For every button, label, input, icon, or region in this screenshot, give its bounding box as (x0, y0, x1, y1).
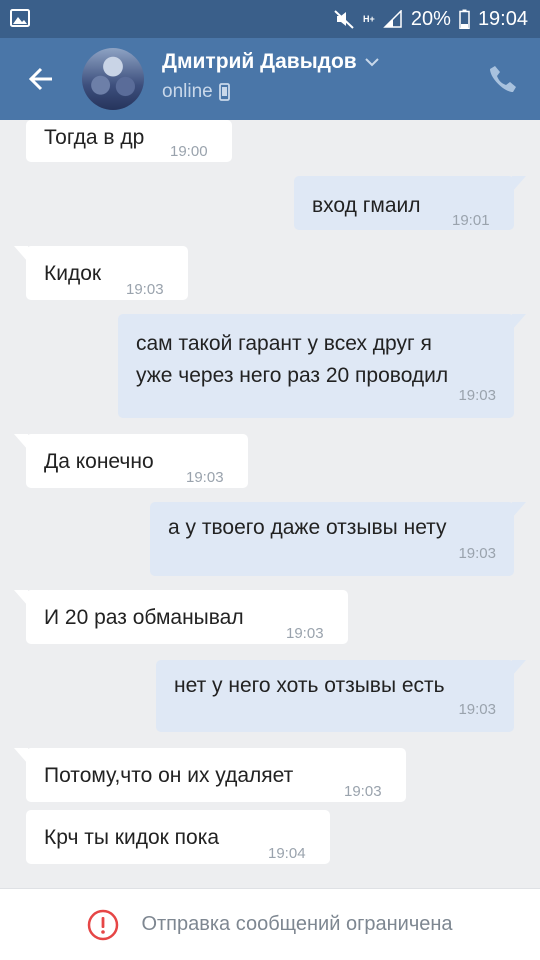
message-text: вход гмаил (312, 194, 421, 217)
message-text: Да конечно (44, 450, 154, 473)
message-incoming[interactable]: Кидок 19:03 (14, 246, 188, 300)
message-incoming[interactable]: Да конечно 19:03 (14, 434, 248, 488)
clock: 19:04 (477, 7, 528, 30)
chevron-down-icon (365, 58, 379, 67)
avatar[interactable] (82, 48, 144, 110)
message-text: Тогда в др (44, 126, 145, 149)
message-time: 19:03 (458, 701, 496, 718)
status-bar: H+ 20% 19:04 (0, 0, 540, 38)
message-outgoing[interactable]: а у твоего даже отзывы нету 19:03 (150, 502, 526, 576)
message-outgoing[interactable]: вход гмаил 19:01 (294, 176, 526, 230)
message-time: 19:03 (126, 281, 164, 298)
message-text: а у твоего даже отзывы нету (168, 516, 447, 539)
message-incoming[interactable]: Крч ты кидок пока 19:04 (26, 810, 330, 864)
bubble-tail (14, 434, 28, 450)
bubble-tail (512, 502, 526, 518)
message-time: 19:03 (344, 783, 382, 800)
contact-status: online (162, 81, 213, 102)
message-text: Кидок (44, 262, 102, 285)
phone-call-icon[interactable] (486, 62, 520, 96)
message-text: сам такой гарант у всех друг я уже через… (136, 332, 449, 387)
contact-status-row: online (162, 81, 230, 103)
bubble-tail (512, 660, 526, 676)
message-time: 19:00 (170, 143, 208, 160)
message-time: 19:04 (268, 845, 306, 862)
back-arrow-icon (28, 67, 52, 91)
message-text: И 20 раз обманывал (44, 606, 244, 629)
battery-icon (459, 9, 470, 29)
message-incoming[interactable]: И 20 раз обманывал 19:03 (14, 590, 348, 644)
message-time: 19:03 (458, 387, 496, 404)
message-outgoing[interactable]: нет у него хоть отзывы есть 19:03 (156, 660, 526, 732)
gallery-icon (10, 9, 30, 27)
message-incoming[interactable]: Тогда в др 19:00 (26, 120, 232, 162)
battery-percent: 20% (410, 7, 451, 30)
message-time: 19:01 (452, 212, 490, 229)
signal-icon (383, 10, 402, 28)
message-text: Крч ты кидок пока (44, 826, 220, 849)
back-button[interactable] (16, 56, 66, 102)
chat-header: Дмитрий Давыдов online (0, 38, 540, 120)
mute-icon (334, 10, 354, 29)
contact-name: Дмитрий Давыдов (162, 50, 357, 73)
bubble-tail (14, 590, 28, 606)
bubble-tail (14, 246, 28, 262)
message-outgoing[interactable]: сам такой гарант у всех друг я уже через… (118, 314, 526, 418)
bubble-tail (512, 314, 526, 330)
network-type-label: H+ (363, 13, 375, 24)
bubble-tail (14, 748, 28, 764)
message-text: нет у него хоть отзывы есть (174, 674, 445, 697)
contact-name-button[interactable]: Дмитрий Давыдов (162, 50, 379, 74)
message-time: 19:03 (286, 625, 324, 642)
bubble-tail (512, 176, 526, 192)
warning-icon (88, 909, 119, 940)
status-bar-right: H+ 20% 19:04 (333, 6, 528, 32)
restriction-notice: Отправка сообщений ограничена (141, 913, 453, 935)
message-text: Потому,что он их удаляет (44, 764, 294, 787)
message-incoming[interactable]: Потому,что он их удаляет 19:03 (14, 748, 406, 802)
message-list[interactable]: Тогда в др 19:00 вход гмаил 19:01 Кидок … (0, 120, 540, 888)
composer-restricted-banner: Отправка сообщений ограничена (0, 888, 540, 960)
phone-online-icon (218, 83, 230, 101)
message-time: 19:03 (458, 545, 496, 562)
message-time: 19:03 (186, 469, 224, 486)
